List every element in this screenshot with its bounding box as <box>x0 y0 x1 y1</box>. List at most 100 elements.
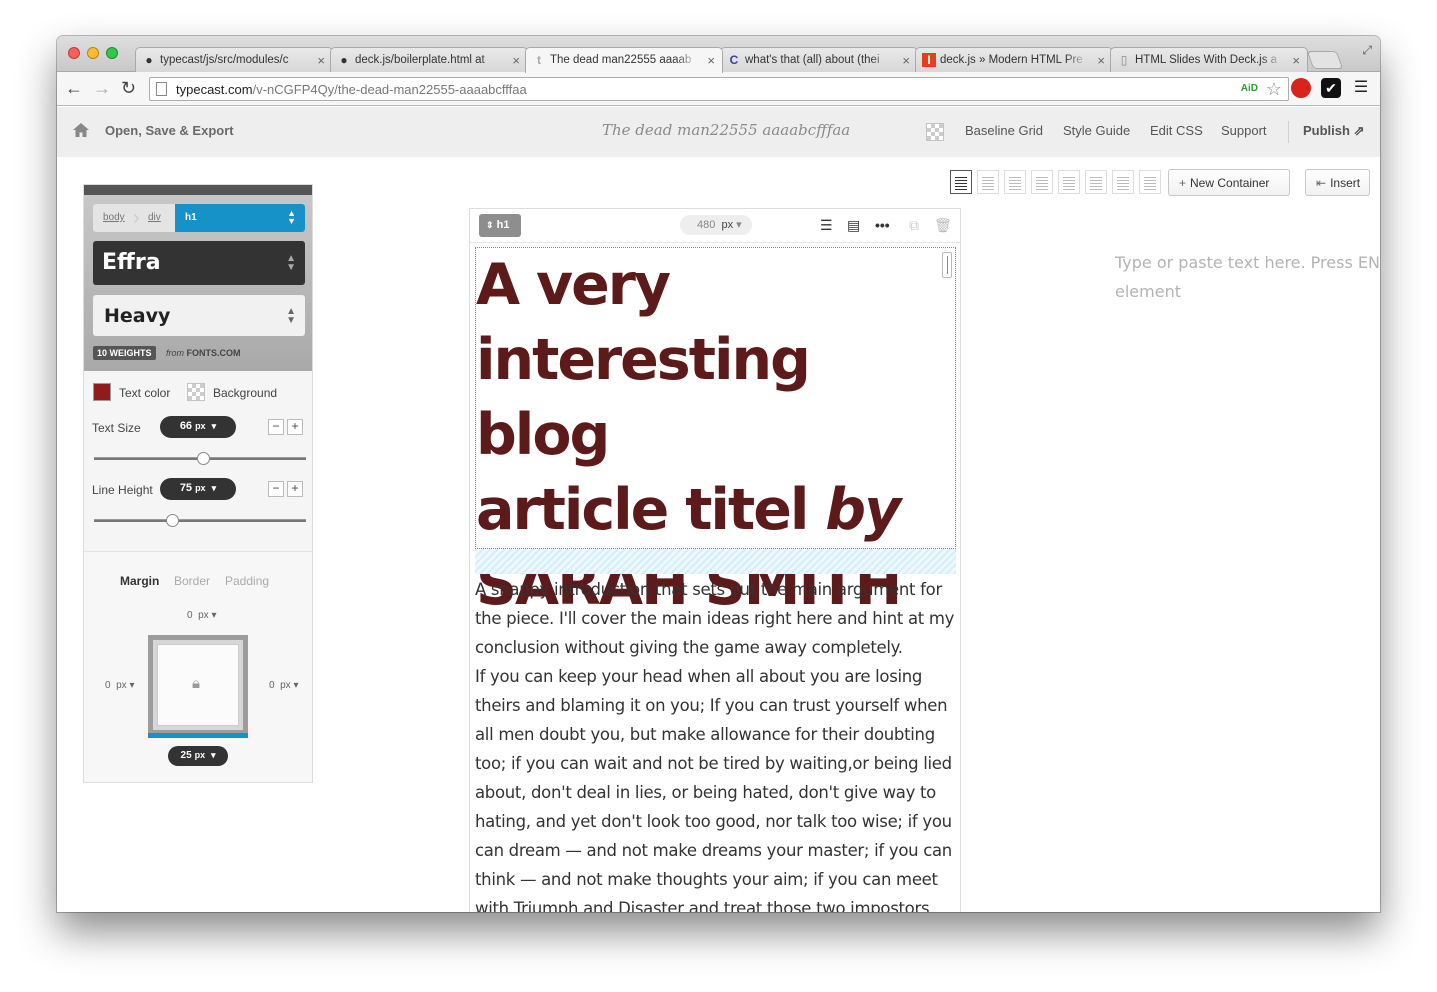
margin-left-input[interactable]: 0 px ▾ <box>105 680 135 691</box>
line-height-slider[interactable] <box>94 514 306 527</box>
font-family-select[interactable]: Effra ▲ ▼ <box>93 241 305 285</box>
browser-tab[interactable]: ● typecast/js/src/modules/c × <box>135 47 333 73</box>
crumb-body[interactable]: body <box>103 212 125 223</box>
aid-extension-icon[interactable]: AiD <box>1241 83 1258 94</box>
crumb-separator: › <box>133 207 140 229</box>
tab-close-icon[interactable]: × <box>707 53 715 68</box>
zoom-window-button[interactable] <box>106 47 118 59</box>
element-toolbar: ⇕ h1 480 px ▾ ☰ ▤ ••• ⧉ 🗑︎ <box>470 209 960 243</box>
style-guide-link[interactable]: Style Guide <box>1063 123 1130 138</box>
browser-tab[interactable]: ● deck.js/boilerplate.html at × <box>330 47 528 73</box>
layout-option[interactable] <box>1058 170 1080 194</box>
typecast-icon: t <box>537 53 541 67</box>
weights-badge: 10 WEIGHTS <box>93 346 156 360</box>
line-height-input[interactable]: 75 px ▾ <box>160 478 236 500</box>
tab-close-icon[interactable]: × <box>512 53 520 68</box>
support-link[interactable]: Support <box>1221 123 1267 138</box>
slider-handle[interactable] <box>165 514 179 527</box>
tab-close-icon[interactable]: × <box>902 53 910 68</box>
lock-icon[interactable]: 🔒︎ <box>192 675 200 692</box>
browser-tab[interactable]: I deck.js » Modern HTML Pre × <box>915 47 1113 73</box>
chevron-down-icon: ▾ <box>211 483 217 493</box>
baseline-grid-icon[interactable] <box>926 123 944 141</box>
more-options-icon[interactable]: ••• <box>875 217 890 233</box>
duplicate-icon[interactable]: ⧉ <box>909 217 919 233</box>
layout-option[interactable] <box>1139 170 1161 194</box>
font-weight-select[interactable]: Heavy ▲ ▼ <box>93 295 305 336</box>
resize-handle[interactable] <box>942 252 952 278</box>
background-swatch[interactable] <box>187 383 205 401</box>
paragraph-text[interactable]: A snappy introduction that sets out the … <box>475 575 957 912</box>
increase-line-height-button[interactable]: + <box>287 481 303 497</box>
element-type-select[interactable]: ⇕ h1 <box>479 214 521 237</box>
checkmark-extension-icon[interactable]: ✔ <box>1321 78 1341 98</box>
edit-css-link[interactable]: Edit CSS <box>1150 123 1203 138</box>
page-icon <box>156 82 167 96</box>
margin-top-input[interactable]: 0 px ▾ <box>187 610 217 621</box>
element-width-input[interactable]: 480 px ▾ <box>680 215 752 235</box>
layout-option[interactable] <box>1085 170 1107 194</box>
heading-element[interactable]: A very interesting blog article titel by… <box>475 247 956 618</box>
layout-option[interactable] <box>950 170 972 194</box>
text-size-slider[interactable] <box>94 452 306 465</box>
browser-tab-active[interactable]: t The dead man22555 aaaab × <box>525 47 723 73</box>
new-container-button[interactable]: + New Container <box>1168 169 1290 196</box>
tab-margin[interactable]: Margin <box>120 574 159 588</box>
layout-option[interactable] <box>1004 170 1026 194</box>
margin-bottom-input[interactable]: 25 px ▾ <box>168 746 228 766</box>
app-header: Open, Save & Export The dead man22555 aa… <box>57 107 1380 157</box>
forward-icon[interactable]: → <box>93 78 111 98</box>
chevron-down-icon: ▾ <box>211 421 217 431</box>
document-title[interactable]: The dead man22555 aaaabcfffaa <box>602 121 850 139</box>
text-color-label: Text color <box>119 386 171 400</box>
bookmark-star-icon[interactable]: ☆ <box>1266 79 1282 100</box>
up-down-icon: ▲ ▼ <box>286 306 296 326</box>
back-icon[interactable]: ← <box>65 78 83 98</box>
tab-close-icon[interactable]: × <box>317 53 325 68</box>
close-window-button[interactable] <box>68 47 80 59</box>
decrease-line-height-button[interactable]: − <box>268 481 284 497</box>
tab-border[interactable]: Border <box>174 574 210 588</box>
insert-button[interactable]: ⇤ Insert <box>1305 169 1370 196</box>
opera-extension-icon[interactable] <box>1291 78 1311 98</box>
insert-text-hint[interactable]: Type or paste text here. Press EN elemen… <box>1115 248 1380 306</box>
tab-close-icon[interactable]: × <box>1097 53 1105 68</box>
text-size-input[interactable]: 66 px ▾ <box>160 416 236 438</box>
breadcrumb: body › div h1 ▲ ▼ <box>93 204 305 232</box>
browser-tab[interactable]: C what's that (all) about (thei × <box>720 47 918 73</box>
tab-strip: ● typecast/js/src/modules/c × ● deck.js/… <box>57 36 1380 73</box>
new-tab-button[interactable] <box>1306 51 1344 69</box>
layout-option[interactable] <box>977 170 999 194</box>
fullscreen-icon[interactable]: ⤢ <box>1362 43 1372 58</box>
text-wrap-icon[interactable]: ▤ <box>847 217 860 233</box>
tab-padding[interactable]: Padding <box>225 574 269 588</box>
decrease-text-size-button[interactable]: − <box>268 419 284 435</box>
layout-option[interactable] <box>1031 170 1053 194</box>
crumb-div[interactable]: div <box>148 212 161 223</box>
browser-window: ● typecast/js/src/modules/c × ● deck.js/… <box>57 36 1380 912</box>
address-bar[interactable]: typecast.com/v-nCGFP4Qy/the-dead-man2255… <box>149 77 1289 101</box>
panel-drag-bar[interactable] <box>84 185 312 195</box>
trash-icon[interactable]: 🗑︎ <box>934 217 952 233</box>
baseline-grid-link[interactable]: Baseline Grid <box>965 123 1043 138</box>
increase-text-size-button[interactable]: + <box>287 419 303 435</box>
open-save-export-link[interactable]: Open, Save & Export <box>105 123 234 138</box>
slider-handle[interactable] <box>197 452 211 465</box>
tab-close-icon[interactable]: × <box>1292 53 1300 68</box>
minimize-window-button[interactable] <box>87 47 99 59</box>
crumb-h1[interactable]: h1 ▲ ▼ <box>175 204 305 232</box>
margin-right-input[interactable]: 0 px ▾ <box>269 680 299 691</box>
reload-icon[interactable]: ↻ <box>121 78 136 98</box>
font-source[interactable]: from FONTS.COM <box>166 348 241 358</box>
align-left-icon[interactable]: ☰ <box>820 217 833 233</box>
home-icon[interactable] <box>73 123 89 137</box>
layout-option[interactable] <box>1112 170 1134 194</box>
text-color-swatch[interactable] <box>93 383 111 401</box>
browser-tab[interactable]: ▯ HTML Slides With Deck.js a × <box>1110 47 1308 73</box>
font-panel: body › div h1 ▲ ▼ Effra ▲ ▼ Heavy ▲ ▼ 10 WE… <box>84 185 312 371</box>
github-icon: ● <box>145 53 153 67</box>
c-icon: C <box>729 53 739 67</box>
menu-icon[interactable]: ☰ <box>1351 78 1371 98</box>
publish-button[interactable]: Publish ⇗ <box>1303 123 1364 139</box>
text-size-label: Text Size <box>92 421 141 435</box>
